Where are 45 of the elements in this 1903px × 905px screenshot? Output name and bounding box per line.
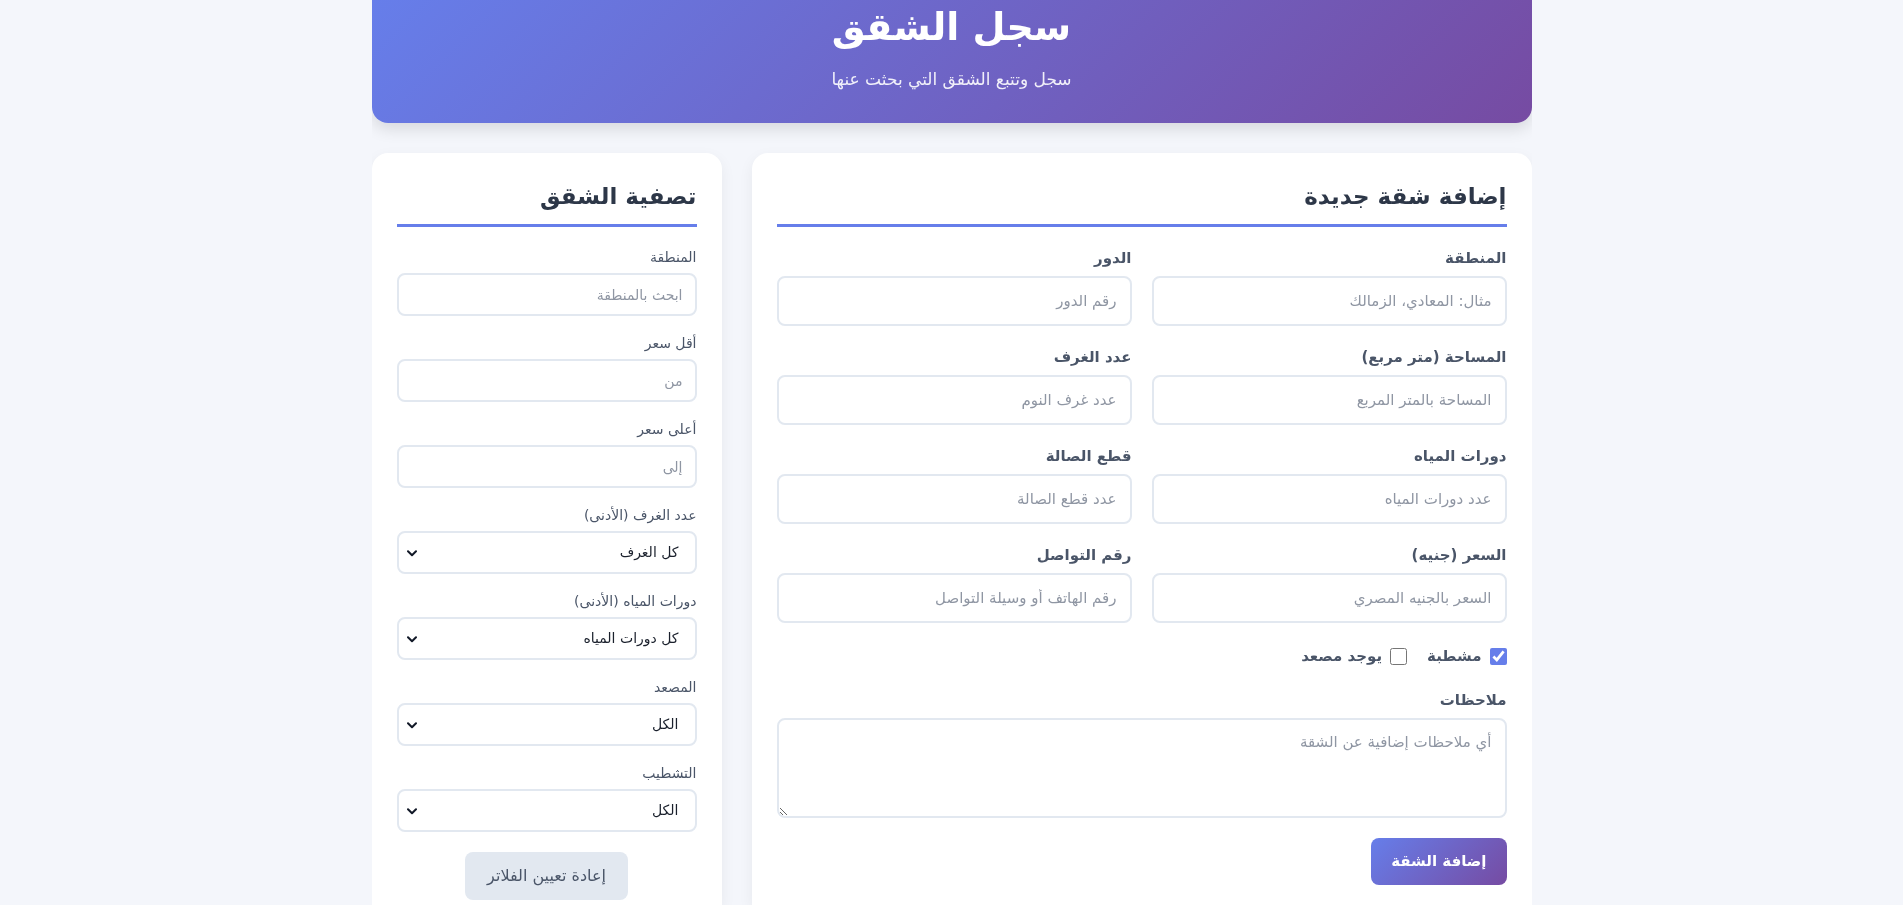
text-input-field[interactable]: عدد غرف النوم [776, 375, 1132, 425]
chevron-down-icon [406, 808, 417, 815]
filter-input-field[interactable]: ابحث بالمنطقة [396, 273, 697, 316]
text-input-field[interactable]: المساحة بالمتر المربع [1151, 375, 1507, 425]
filter-input-field[interactable]: من [396, 359, 697, 402]
filter-label: أعلى سعر [635, 419, 697, 440]
field-label: المنطقة [1444, 248, 1507, 269]
filter-label: أقل سعر [643, 333, 697, 354]
field-label: الدور [1092, 248, 1132, 269]
filter-label: المنطقة [648, 248, 697, 267]
notes-field[interactable]: أي ملاحظات إضافية عن الشقة [776, 718, 1507, 818]
field-label: عدد الغرف [1052, 347, 1132, 368]
chevron-down-icon [406, 550, 417, 557]
checkbox[interactable] [1390, 647, 1408, 665]
filter-label: المصعد [653, 678, 697, 697]
add-apartment-button[interactable]: إضافة الشقة [1371, 838, 1507, 885]
checkbox[interactable] [1489, 647, 1507, 665]
text-input-field[interactable]: مثال: المعادي، الزمالك [1151, 276, 1507, 326]
filter-input-field[interactable]: إلى [396, 445, 697, 488]
filter-label: دورات المياه (الأدنى) [573, 591, 697, 612]
filter-dropdown[interactable]: كل الغرف [396, 531, 697, 574]
filter-dropdown[interactable]: الكل [396, 703, 697, 746]
checkbox-label: يوجد مصعد [1301, 645, 1383, 667]
field-label: رقم التواصل [1035, 545, 1132, 566]
filter-dropdown[interactable]: كل دورات المياه [396, 617, 697, 660]
field-label: السعر (جنيه) [1410, 545, 1507, 566]
filter-dropdown[interactable]: الكل [396, 789, 697, 832]
text-input-field[interactable]: السعر بالجنيه المصري [1151, 573, 1507, 623]
field-label: ملاحظات [1438, 690, 1507, 711]
checkbox-label: مشطبة [1427, 645, 1482, 667]
filter-label: التشطيب [641, 764, 697, 783]
field-label: المساحة (متر مربع) [1360, 347, 1507, 368]
text-input-field[interactable]: رقم الدور [776, 276, 1132, 326]
text-input-field[interactable]: عدد قطع الصالة [776, 474, 1132, 524]
field-label: قطع الصالة [1044, 446, 1132, 467]
panel-title: إضافة شقة جديدة [776, 178, 1507, 227]
text-input-field[interactable]: عدد دورات المياه [1151, 474, 1507, 524]
panel-title: تصفية الشقق [396, 178, 697, 227]
filter-label: عدد الغرف (الأدنى) [582, 505, 697, 526]
field-label: دورات المياه [1412, 446, 1507, 467]
chevron-down-icon [406, 636, 417, 643]
page-title: سجل الشقق [831, 4, 1072, 51]
chevron-down-icon [406, 722, 417, 729]
reset-filters-button[interactable]: إعادة تعيين الفلاتر [465, 852, 628, 900]
page-subtitle: سجل وتتبع الشقق التي بحثت عنها [831, 68, 1072, 92]
